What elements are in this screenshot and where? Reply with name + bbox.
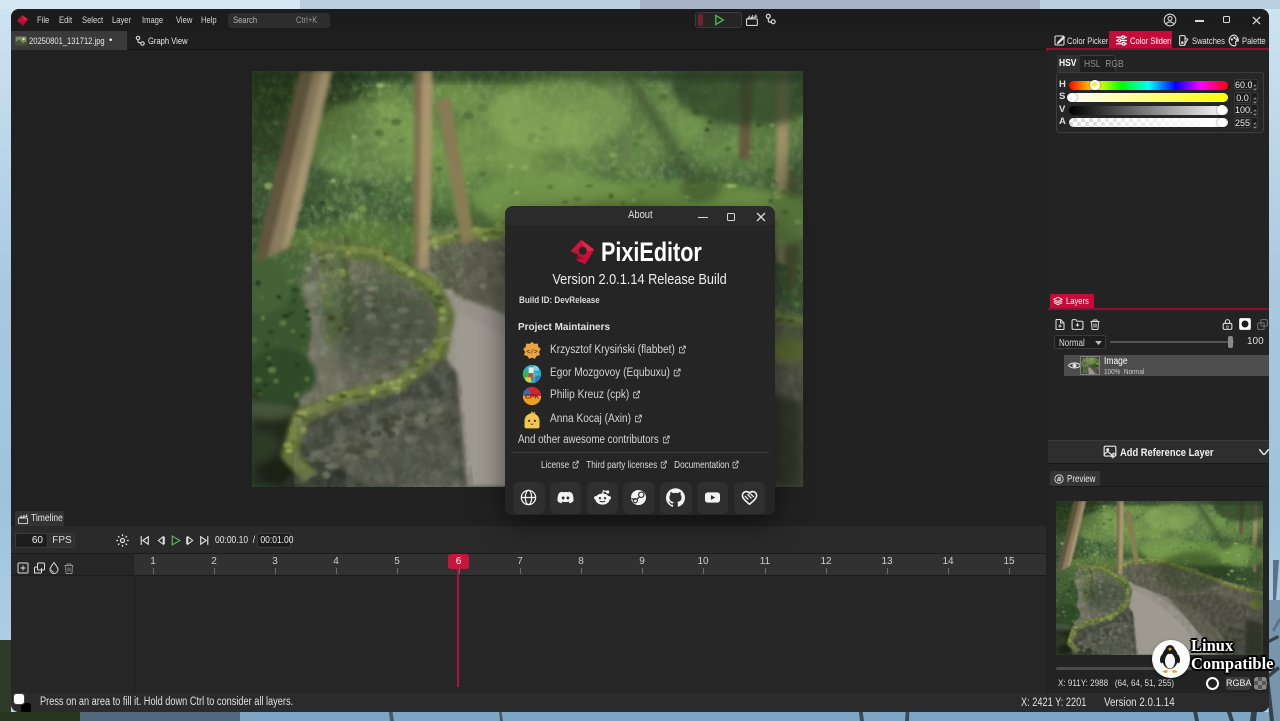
svg-text:CPK: CPK <box>525 394 539 401</box>
svg-text:</>: </> <box>526 349 538 356</box>
svg-text:α: α <box>1226 325 1229 331</box>
